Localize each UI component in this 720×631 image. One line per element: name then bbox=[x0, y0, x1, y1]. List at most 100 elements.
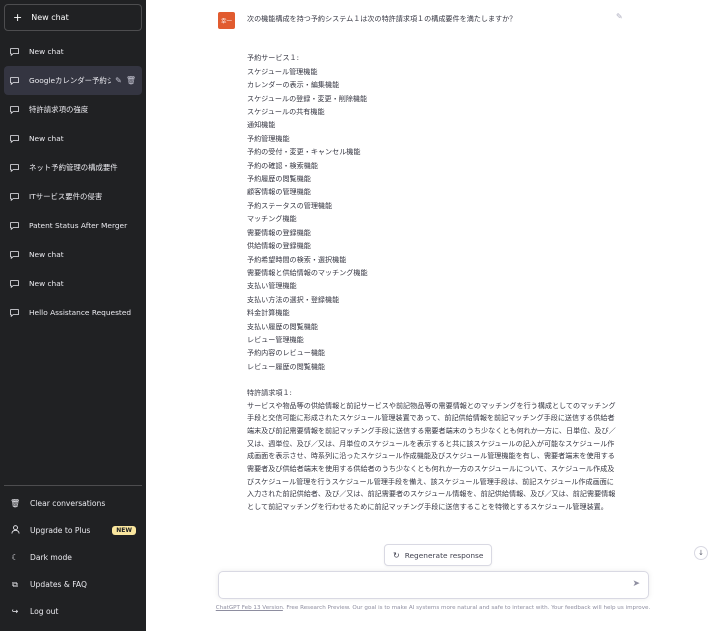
new-chat-label: New chat bbox=[31, 13, 69, 22]
chat-bubble-icon bbox=[10, 105, 19, 114]
chat-bubble-icon bbox=[10, 47, 19, 56]
chat-history-label: ネット予約管理の構成要件 bbox=[29, 163, 118, 172]
chat-bubble-icon bbox=[10, 221, 19, 230]
service-feature-item: 予約の確認・検索機能 bbox=[247, 160, 318, 170]
service-feature-item: 料金計算機能 bbox=[247, 308, 290, 318]
upgrade-plus-label: Upgrade to Plus bbox=[30, 526, 91, 535]
user-message: 幸一 次の機能構成を持つ予約システム１は次の特許請求項１の構成要件を満たしますか… bbox=[146, 0, 720, 514]
chat-history-list: New chat Googleカレンダー予約システム✎ 🗑 特許請求項の強度 New c… bbox=[4, 37, 142, 479]
sidebar-divider bbox=[4, 485, 142, 486]
dark-mode-label: Dark mode bbox=[30, 553, 72, 562]
edit-message-icon[interactable]: ✎ bbox=[616, 12, 623, 21]
version-link[interactable]: ChatGPT Feb 13 Version bbox=[216, 605, 283, 611]
sidebar: + New chat New chat Googleカレンダー予約システム✎ 🗑 特許… bbox=[0, 0, 146, 631]
service-feature-item: スケジュールの登録・変更・削除機能 bbox=[247, 93, 368, 103]
chat-bubble-icon bbox=[10, 250, 19, 259]
clear-conversations-button[interactable]: 🗑 Clear conversations bbox=[4, 490, 142, 517]
clear-conversations-label: Clear conversations bbox=[30, 499, 106, 508]
user-icon bbox=[10, 525, 20, 536]
chat-history-item[interactable]: New chat bbox=[4, 124, 142, 153]
dark-mode-button[interactable]: ☾ Dark mode bbox=[4, 544, 142, 571]
chat-bubble-icon bbox=[10, 192, 19, 201]
claim-heading: 特許請求項１: bbox=[247, 388, 292, 398]
service-feature-item: 予約希望時間の検索・選択機能 bbox=[247, 254, 347, 264]
service-feature-item: 需要情報と供給情報のマッチング機能 bbox=[247, 267, 368, 277]
chat-history-item[interactable]: Patent Status After Merger bbox=[4, 211, 142, 240]
app-root: + New chat New chatGoogleカレンダー予約システム✎🗑特許… bbox=[0, 0, 720, 631]
refresh-icon: ↻ bbox=[393, 550, 400, 560]
send-icon[interactable]: ➤ bbox=[632, 579, 640, 589]
new-badge: NEW bbox=[112, 526, 136, 535]
delete-icon[interactable]: 🗑 bbox=[126, 76, 136, 85]
regenerate-response-button[interactable]: ↻ Regenerate response bbox=[384, 544, 493, 566]
new-chat-button[interactable]: + New chat bbox=[4, 4, 142, 31]
chat-history-label: ITサービス要件の侵害 bbox=[29, 192, 103, 201]
service-feature-item: 需要情報の登録機能 bbox=[247, 227, 311, 237]
chat-history-label: Patent Status After Merger bbox=[29, 221, 128, 230]
chat-history-item[interactable]: ネット予約管理の構成要件 bbox=[4, 153, 142, 182]
service-feature-item: カレンダーの表示・編集機能 bbox=[247, 80, 340, 90]
service-feature-item: スケジュールの共有機能 bbox=[247, 107, 325, 117]
chat-history-item[interactable]: New chat bbox=[4, 269, 142, 298]
upgrade-plus-button[interactable]: Upgrade to Plus NEW bbox=[4, 517, 142, 544]
user-avatar: 幸一 bbox=[218, 12, 235, 29]
prompt-input[interactable] bbox=[219, 572, 619, 598]
chat-history-label: 特許請求項の強度 bbox=[29, 105, 89, 114]
trash-icon: 🗑 bbox=[10, 499, 21, 508]
service-feature-item: 予約の受付・変更・キャンセル機能 bbox=[247, 147, 361, 157]
service-feature-item: 支払い履歴の閲覧機能 bbox=[247, 321, 318, 331]
service-feature-list: スケジュール管理機能カレンダーの表示・編集機能スケジュールの登録・変更・削除機能… bbox=[247, 65, 617, 373]
plus-icon: + bbox=[13, 11, 23, 24]
service-feature-item: 予約管理機能 bbox=[247, 133, 290, 143]
scroll-down-button[interactable]: ↓ bbox=[694, 546, 708, 560]
log-out-label: Log out bbox=[30, 607, 59, 616]
service-feature-item: 予約履歴の閲覧機能 bbox=[247, 174, 311, 184]
chat-history-item[interactable]: Googleカレンダー予約システム✎ 🗑 bbox=[4, 66, 142, 95]
service-feature-item: 支払い方法の選択・登録機能 bbox=[247, 294, 340, 304]
chat-bubble-icon bbox=[10, 76, 19, 85]
chat-history-item[interactable]: 特許請求項の強度 bbox=[4, 95, 142, 124]
prompt-input-box: ➤ bbox=[218, 571, 649, 599]
chat-bubble-icon bbox=[10, 134, 19, 143]
chat-history-item[interactable]: ITサービス要件の侵害 bbox=[4, 182, 142, 211]
chat-bubble-icon bbox=[10, 308, 19, 317]
logout-icon: ↪ bbox=[11, 607, 19, 616]
message-content: 次の機能構成を持つ予約システム１は次の特許請求項１の構成要件を満たしますか？ 予… bbox=[247, 12, 617, 514]
chat-bubble-icon bbox=[10, 279, 19, 288]
sidebar-menu: 🗑 Clear conversations Upgrade to Plus NE… bbox=[4, 490, 142, 631]
chat-history-label: New chat bbox=[29, 134, 64, 143]
footer: ChatGPT Feb 13 Version. Free Research Pr… bbox=[146, 605, 720, 611]
updates-faq-link[interactable]: ⧉ Updates & FAQ bbox=[4, 571, 142, 598]
service-feature-item: 供給情報の登録機能 bbox=[247, 241, 311, 251]
service-heading: 予約サービス１: bbox=[247, 53, 300, 63]
log-out-button[interactable]: ↪ Log out bbox=[4, 598, 142, 625]
chat-history-label: New chat bbox=[29, 250, 64, 259]
service-feature-item: 予約ステータスの管理機能 bbox=[247, 200, 333, 210]
chat-bubble-icon bbox=[10, 163, 19, 172]
footer-text: . Free Research Preview. Our goal is to … bbox=[282, 605, 651, 611]
chat-history-item[interactable]: New chat bbox=[4, 240, 142, 269]
service-feature-item: スケジュール管理機能 bbox=[247, 66, 318, 76]
service-feature-item: 通知機能 bbox=[247, 120, 276, 130]
service-feature-item: レビュー管理機能 bbox=[247, 334, 304, 344]
chat-history-label: Hello Assistance Requested bbox=[29, 308, 132, 317]
chat-main: 幸一 次の機能構成を持つ予約システム１は次の特許請求項１の構成要件を満たしますか… bbox=[146, 0, 720, 631]
service-feature-item: 顧客情報の管理機能 bbox=[247, 187, 311, 197]
arrow-down-icon: ↓ bbox=[698, 549, 704, 557]
service-feature-item: 予約内容のレビュー機能 bbox=[247, 348, 326, 358]
moon-icon: ☾ bbox=[11, 553, 19, 562]
service-feature-item: 支払い管理機能 bbox=[247, 281, 297, 291]
message-question: 次の機能構成を持つ予約システム１は次の特許請求項１の構成要件を満たしますか？ bbox=[247, 14, 517, 23]
chat-history-label: New chat bbox=[29, 279, 64, 288]
chat-history-item[interactable]: Hello Assistance Requested bbox=[4, 298, 142, 327]
chat-history-label: Googleカレンダー予約システム bbox=[29, 76, 112, 85]
regenerate-label: Regenerate response bbox=[404, 550, 484, 560]
claim-text: サービスや物品等の供給情報と前記サービスや前記物品等の需要情報とのマッチングを行… bbox=[247, 400, 616, 512]
chat-history-item[interactable]: New chat bbox=[4, 37, 142, 66]
service-feature-item: レビュー履歴の閲覧機能 bbox=[247, 361, 326, 371]
external-link-icon: ⧉ bbox=[12, 579, 18, 589]
edit-icon[interactable]: ✎ bbox=[115, 76, 122, 85]
chat-history-label: New chat bbox=[29, 47, 64, 56]
service-feature-item: マッチング機能 bbox=[247, 214, 297, 224]
updates-faq-label: Updates & FAQ bbox=[30, 580, 87, 589]
